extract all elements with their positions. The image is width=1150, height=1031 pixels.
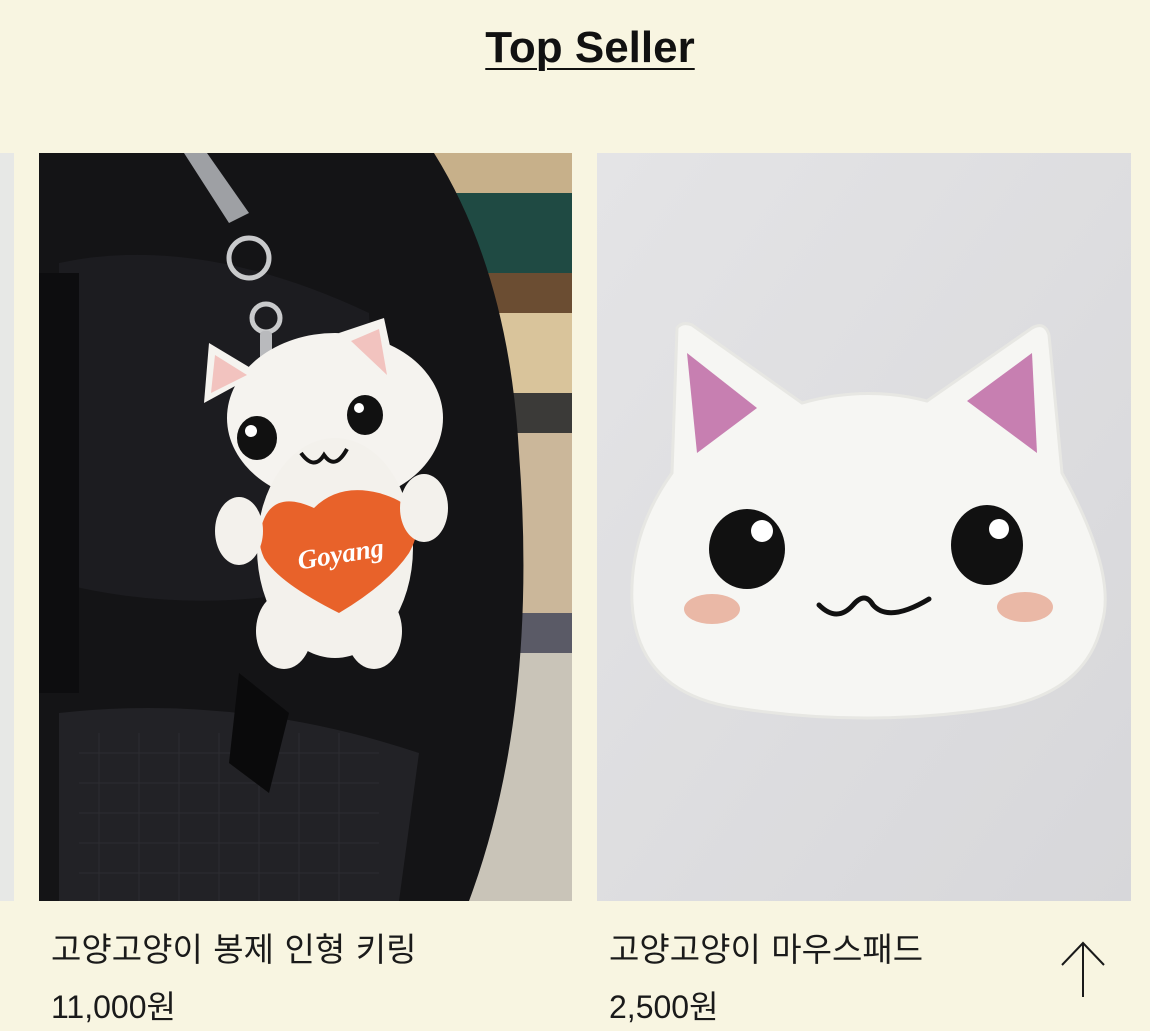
product-price: 11,000원 [51, 989, 176, 1025]
product-name[interactable]: 고양고양이 마우스패드 [609, 928, 923, 972]
top-seller-link[interactable]: Top Seller [485, 23, 694, 72]
product-card[interactable]: 고양고양이 마우스패드 2,500원 [597, 153, 1131, 1025]
product-card-prev-partial[interactable] [0, 153, 14, 901]
mousepad-photo [597, 153, 1131, 901]
keyring-photo: Goyang [39, 153, 572, 901]
top-seller-page: Top Seller Goyang 고양고양이 봉제 인형 키링 11,000원… [0, 0, 1150, 1031]
arrow-up-icon [1061, 941, 1105, 997]
product-image[interactable] [0, 153, 14, 901]
product-name[interactable]: 고양고양이 봉제 인형 키링 [51, 928, 416, 972]
product-card[interactable]: Goyang 고양고양이 봉제 인형 키링 11,000원 [39, 153, 572, 1025]
scroll-top-button[interactable] [1058, 939, 1108, 999]
product-image-mousepad[interactable] [597, 153, 1131, 901]
product-price: 2,500원 [609, 989, 719, 1025]
section-title: Top Seller [0, 18, 1150, 78]
product-image-keyring[interactable]: Goyang [39, 153, 572, 901]
